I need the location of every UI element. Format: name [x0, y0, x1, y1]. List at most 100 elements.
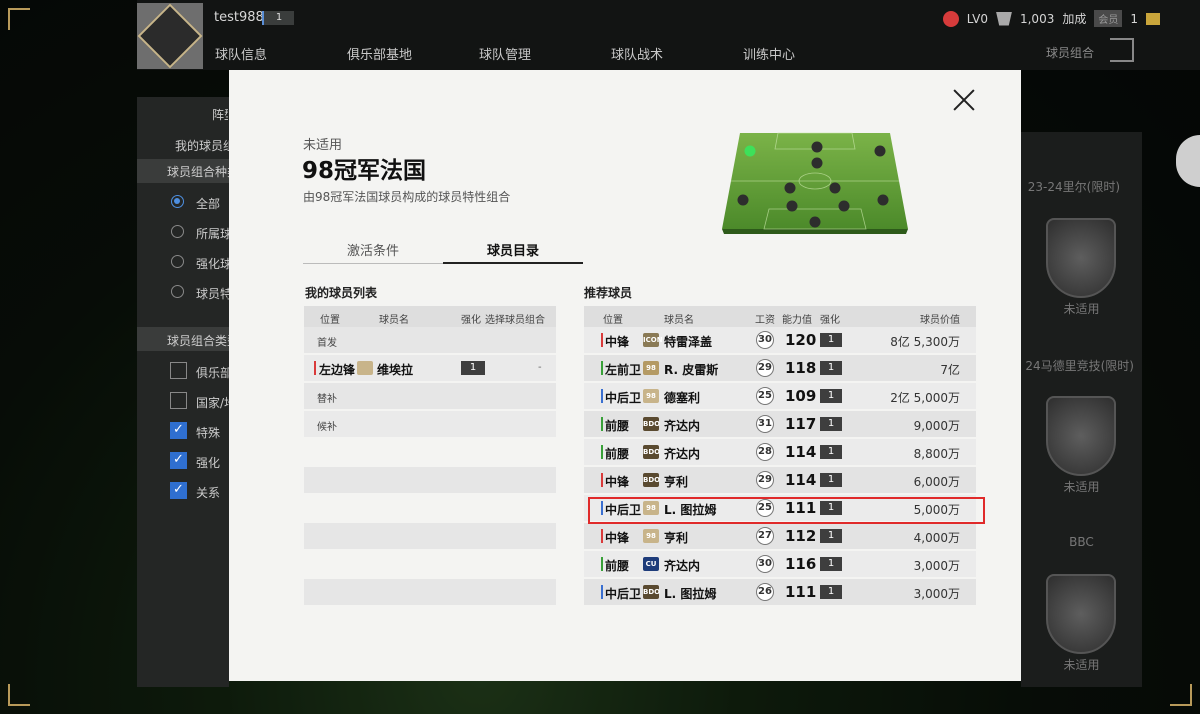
overall-rating: 114	[785, 443, 817, 461]
combo-kind-header: 球员组合种类	[167, 165, 229, 179]
player-price: 2亿 5,000万	[890, 391, 960, 405]
checkbox-special[interactable]: ✓	[170, 422, 187, 439]
recommended-player-row[interactable]: 中锋 BDO 亨利 29 114 1 6,000万	[584, 467, 976, 493]
season-icon: BDO	[643, 445, 660, 459]
player-name: 齐达内	[664, 559, 701, 573]
player-pos: 中锋	[605, 531, 630, 545]
my-list-header: 位置 球员名 强化 选择球员组合	[304, 306, 556, 327]
nav-team-info[interactable]: 球队信息	[215, 44, 347, 63]
salary-badge: 28	[756, 443, 774, 461]
nav-club-base[interactable]: 俱乐部基地	[347, 44, 479, 63]
combo-status: 未适用	[1063, 480, 1100, 494]
player-price: 8,800万	[913, 447, 960, 461]
col-name: 球员名	[379, 315, 409, 326]
real-madrid-badge-icon[interactable]	[1046, 574, 1116, 654]
salary-badge: 31	[756, 415, 774, 433]
close-icon[interactable]	[952, 88, 976, 112]
season-icon: CU	[643, 557, 659, 571]
season-icon: 98	[643, 529, 659, 543]
combo-status: 未适用	[1063, 658, 1100, 672]
select-combo[interactable]: -	[538, 362, 542, 373]
my-player-row[interactable]: 左边锋 维埃拉 1 -	[304, 355, 556, 381]
nav-player-combos[interactable]: 球员组合	[1046, 44, 1094, 61]
overall-rating: 109	[785, 387, 817, 405]
overall-rating: 118	[785, 359, 817, 377]
recommended-player-row[interactable]: 中锋 ICON 特雷泽盖 30 120 1 8亿 5,300万	[584, 327, 976, 353]
empty-row	[304, 467, 556, 493]
nav-team-management[interactable]: 球队管理	[479, 44, 611, 63]
position-marker[interactable]	[829, 182, 841, 194]
recommended-player-row[interactable]: 中后卫 98 德塞利 25 109 1 2亿 5,000万	[584, 383, 976, 409]
salary-badge: 26	[756, 583, 774, 601]
overall-rating: 112	[785, 527, 817, 545]
recommended-player-row[interactable]: 中后卫 98 L. 图拉姆 25 111 1 5,000万	[584, 495, 976, 521]
boost-label[interactable]: 加成	[1062, 10, 1086, 27]
position-marker[interactable]	[877, 194, 889, 206]
nav-team-tactics[interactable]: 球队战术	[611, 44, 743, 63]
position-marker[interactable]	[838, 200, 850, 212]
pos-color-bar	[601, 473, 603, 487]
checkbox-label: 国家/地区	[196, 396, 229, 410]
tab-activation-conditions[interactable]: 激活条件	[303, 240, 443, 264]
position-marker[interactable]	[811, 141, 823, 153]
nav-training-center[interactable]: 训练中心	[743, 44, 875, 63]
username: test988	[214, 10, 264, 25]
exit-icon[interactable]	[1110, 38, 1134, 62]
player-pos: 中锋	[605, 335, 630, 349]
player-pos: 中后卫	[605, 391, 642, 405]
player-pos: 前腰	[605, 447, 630, 461]
pos-color-bar	[601, 417, 603, 431]
overall-rating: 114	[785, 471, 817, 489]
season-icon	[357, 361, 373, 375]
position-marker[interactable]	[874, 145, 886, 157]
recommended-player-row[interactable]: 左前卫 98 R. 皮雷斯 29 118 1 7亿	[584, 355, 976, 381]
checkbox-nation[interactable]	[170, 392, 187, 409]
position-marker[interactable]	[737, 194, 749, 206]
position-marker[interactable]	[811, 157, 823, 169]
combo-name: 24马德里竞技(限时)	[1025, 359, 1134, 373]
radio-team[interactable]	[171, 225, 184, 238]
enhance-level: 1	[820, 585, 842, 599]
recommended-player-row[interactable]: 前腰 BDO 齐达内 31 117 1 9,000万	[584, 411, 976, 437]
empty-row	[304, 579, 556, 605]
recommended-title: 推荐球员	[584, 286, 633, 300]
radio-label: 全部	[196, 197, 221, 211]
position-marker[interactable]	[786, 200, 798, 212]
recommended-player-row[interactable]: 中后卫 BDO L. 图拉姆 26 111 1 3,000万	[584, 579, 976, 605]
radio-label: 球员特性	[196, 287, 229, 301]
checkbox-relation[interactable]: ✓	[170, 482, 187, 499]
lille-badge-icon[interactable]	[1046, 218, 1116, 298]
group-sub-row: 替补	[304, 383, 556, 409]
enhance-level: 1	[820, 417, 842, 431]
team-emblem-avatar[interactable]	[137, 3, 203, 69]
recommended-player-row[interactable]: 中锋 98 亨利 27 112 1 4,000万	[584, 523, 976, 549]
tab-player-catalog[interactable]: 球员目录	[443, 240, 583, 264]
lv-label: LV0	[966, 11, 988, 26]
checkbox-enhance[interactable]: ✓	[170, 452, 187, 469]
player-pos: 左边锋	[319, 363, 356, 377]
col-salary: 工资	[755, 315, 775, 326]
my-combos-label[interactable]: 我的球员组合	[175, 137, 229, 154]
overall-rating: 116	[785, 555, 817, 573]
radio-trait[interactable]	[171, 285, 184, 298]
combo-description: 由98冠军法国球员构成的球员特性组合	[303, 190, 511, 204]
atletico-badge-icon[interactable]	[1046, 396, 1116, 476]
radio-enhanced[interactable]	[171, 255, 184, 268]
radio-all[interactable]	[171, 195, 184, 208]
salary-badge: 30	[756, 331, 774, 349]
salary-badge: 27	[756, 527, 774, 545]
position-marker[interactable]	[809, 216, 821, 228]
position-marker-active[interactable]	[744, 145, 756, 157]
user-level: 1	[262, 11, 294, 25]
player-name: 亨利	[664, 475, 689, 489]
recommended-player-row[interactable]: 前腰 CU 齐达内 30 116 1 3,000万	[584, 551, 976, 577]
pos-color-bar	[601, 445, 603, 459]
enhance-level: 1	[820, 557, 842, 571]
my-list-title: 我的球员列表	[305, 286, 378, 300]
recommended-player-row[interactable]: 前腰 BDO 齐达内 28 114 1 8,800万	[584, 439, 976, 465]
checkbox-club[interactable]	[170, 362, 187, 379]
top-stats: LV0 1,003 加成 会员 1	[942, 10, 1160, 27]
col-name: 球员名	[664, 315, 694, 326]
position-marker[interactable]	[784, 182, 796, 194]
player-price: 4,000万	[913, 531, 960, 545]
